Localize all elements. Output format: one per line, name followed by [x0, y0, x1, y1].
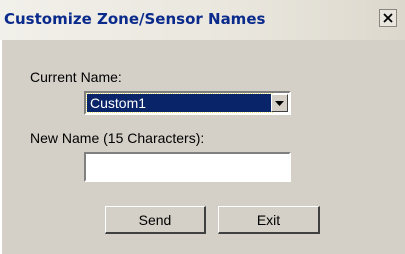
exit-button[interactable]: Exit [218, 206, 320, 234]
send-button[interactable]: Send [105, 206, 206, 234]
new-name-label: New Name (15 Characters): [30, 130, 205, 146]
title-bar[interactable]: Customize Zone/Sensor Names [0, 0, 405, 40]
current-name-label: Current Name: [30, 69, 122, 85]
close-icon [383, 13, 393, 23]
close-button[interactable] [379, 9, 397, 27]
window-edge [0, 40, 2, 254]
customize-names-dialog: Customize Zone/Sensor Names Current Name… [0, 0, 405, 254]
current-name-select[interactable]: Custom1 [84, 91, 291, 115]
new-name-input[interactable] [84, 152, 291, 182]
dropdown-button[interactable] [271, 94, 288, 112]
window-title: Customize Zone/Sensor Names [4, 10, 266, 28]
current-name-selected-value[interactable]: Custom1 [86, 93, 273, 113]
chevron-down-icon [275, 94, 284, 112]
